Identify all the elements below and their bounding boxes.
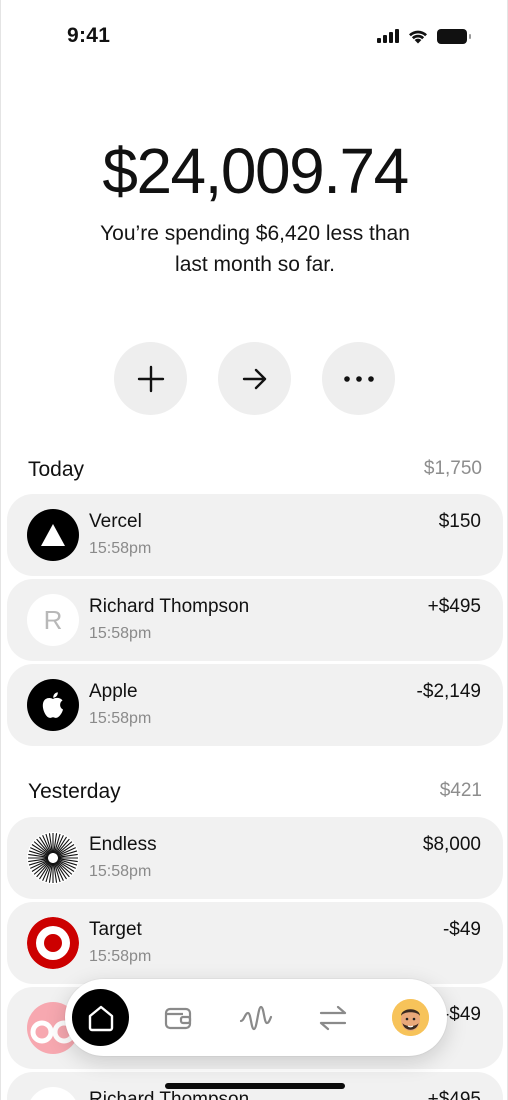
transaction-time: 15:58pm — [89, 948, 152, 965]
profile-avatar — [392, 999, 429, 1036]
status-time: 9:41 — [67, 24, 111, 47]
initial-avatar: R — [27, 594, 79, 646]
transaction-amount: +$495 — [427, 1089, 481, 1100]
transaction-row[interactable]: R Richard Thompson 15:58pm +$495 — [7, 579, 503, 661]
home-icon — [88, 1005, 113, 1031]
transaction-time: 15:58pm — [89, 540, 152, 557]
initial-avatar — [27, 1087, 79, 1100]
transaction-name: Richard Thompson — [89, 1089, 250, 1100]
spending-summary: You’re spending $6,420 less than last mo… — [100, 222, 410, 276]
nav-wallet[interactable] — [149, 989, 206, 1046]
nav-transfer[interactable] — [304, 989, 361, 1046]
target-logo — [27, 917, 79, 969]
apple-logo — [27, 679, 79, 731]
arrow-right-icon — [242, 368, 266, 389]
transaction-time: 15:58pm — [89, 863, 152, 880]
nav-activity[interactable] — [227, 989, 284, 1046]
status-bar: 9:41 — [1, 20, 507, 54]
vercel-logo — [27, 509, 79, 561]
transaction-time: 15:58pm — [89, 710, 152, 727]
bottom-nav — [65, 979, 447, 1056]
transaction-name: Endless — [89, 834, 157, 855]
section-title: Yesterday — [28, 780, 121, 803]
app-screen: 9:41 $24,009.74 You’re spending $6,420 l… — [0, 0, 508, 1100]
quick-actions — [114, 342, 395, 415]
section-header-yesterday: Yesterday $421 — [28, 780, 482, 810]
transaction-amount: $150 — [438, 511, 481, 532]
cellular-signal-icon — [377, 29, 399, 43]
balance-amount: $24,009.74 — [102, 135, 409, 207]
transaction-amount: -$49 — [442, 919, 481, 940]
send-button[interactable] — [218, 342, 291, 415]
endless-logo — [27, 832, 79, 884]
more-icon — [343, 375, 374, 382]
wifi-icon — [409, 30, 427, 44]
avatar-initial: R — [43, 604, 63, 635]
wallet-icon — [164, 1007, 191, 1029]
transaction-row[interactable]: Vercel 15:58pm $150 — [7, 494, 503, 576]
transaction-row[interactable]: Target 15:58pm -$49 — [7, 902, 503, 984]
transaction-amount: -$2,149 — [416, 681, 481, 702]
status-icons — [377, 28, 471, 44]
section-total: $421 — [439, 780, 482, 801]
transaction-amount: -$49 — [442, 1004, 481, 1025]
section-header-today: Today $1,750 — [28, 458, 482, 488]
nav-profile[interactable] — [382, 989, 439, 1046]
section-title: Today — [28, 458, 85, 481]
transfer-icon — [319, 1005, 346, 1030]
section-total: $1,750 — [423, 458, 482, 479]
transaction-name: Apple — [89, 681, 138, 702]
transaction-time: 15:58pm — [89, 625, 152, 642]
transaction-amount: +$495 — [427, 596, 481, 617]
plus-icon — [137, 365, 164, 392]
add-button[interactable] — [114, 342, 187, 415]
transaction-name: Richard Thompson — [89, 596, 250, 617]
transaction-row[interactable]: Endless 15:58pm $8,000 — [7, 817, 503, 899]
battery-icon — [437, 28, 471, 44]
transaction-name: Target — [89, 919, 142, 940]
transaction-name: Vercel — [89, 511, 142, 532]
nav-home[interactable] — [72, 989, 129, 1046]
more-button[interactable] — [322, 342, 395, 415]
activity-icon — [239, 1005, 272, 1030]
transaction-row[interactable]: Apple 15:58pm -$2,149 — [7, 664, 503, 746]
home-indicator — [165, 1083, 345, 1089]
transaction-amount: $8,000 — [422, 834, 481, 855]
